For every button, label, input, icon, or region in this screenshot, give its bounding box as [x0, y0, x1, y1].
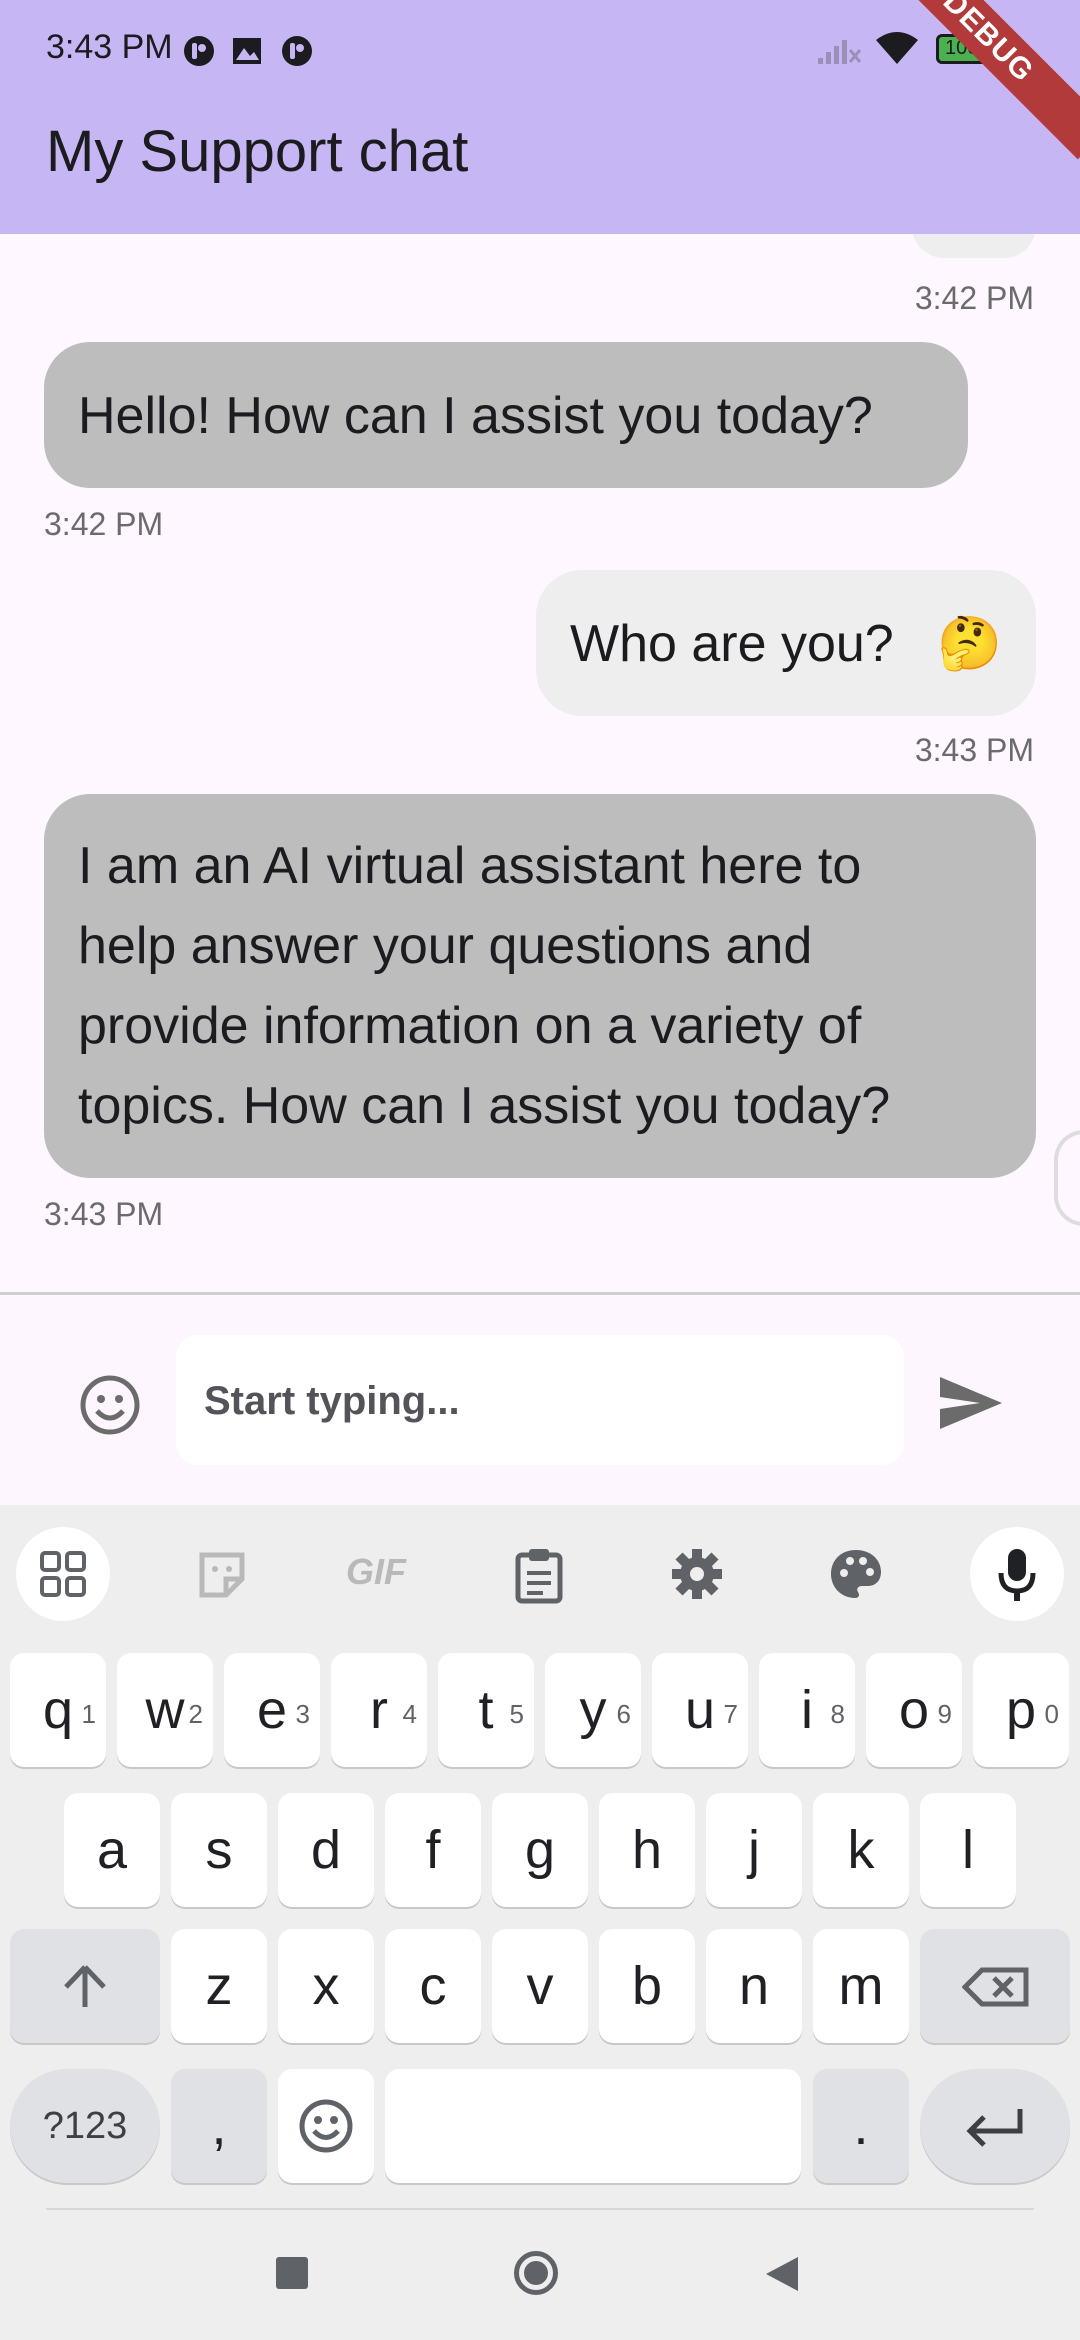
- message-text: Who are you?: [570, 615, 894, 673]
- enter-icon: [966, 2109, 1023, 2147]
- send-icon[interactable]: [938, 1373, 1004, 1433]
- system-navigation-bar: [0, 2205, 1080, 2340]
- key-c[interactable]: c: [385, 1929, 481, 2043]
- previous-message-bubble-fragment: [912, 234, 1036, 258]
- key-r[interactable]: r4: [331, 1653, 427, 1767]
- backspace-key[interactable]: [920, 1929, 1070, 2043]
- message-text-line: topics. How can I assist you today?: [78, 1077, 891, 1135]
- key-g[interactable]: g: [492, 1793, 588, 1907]
- gif-button[interactable]: GIF: [346, 1551, 406, 1593]
- shift-arrow-icon: [64, 1965, 106, 2007]
- key-o[interactable]: o9: [866, 1653, 962, 1767]
- enter-key[interactable]: [920, 2069, 1070, 2183]
- app-bar: 3:43 PM 100 DEBUG My Support chat: [0, 0, 1080, 234]
- comma-key[interactable]: ,: [171, 2069, 267, 2183]
- key-a[interactable]: a: [64, 1793, 160, 1907]
- key-e[interactable]: e3: [224, 1653, 320, 1767]
- message-timestamp: 3:43 PM: [44, 1196, 164, 1232]
- palette-icon[interactable]: [828, 1547, 884, 1601]
- chat-message-list[interactable]: 3:42 PM Hello! How can I assist you toda…: [0, 234, 1080, 1292]
- shift-key[interactable]: [10, 1929, 160, 2043]
- key-s[interactable]: s: [171, 1793, 267, 1907]
- settings-icon[interactable]: [670, 1547, 724, 1601]
- key-q[interactable]: q1: [10, 1653, 106, 1767]
- apps-grid-icon[interactable]: [16, 1527, 110, 1621]
- message-input[interactable]: Start typing...: [176, 1335, 904, 1465]
- recents-button[interactable]: [276, 2257, 308, 2289]
- key-k[interactable]: k: [813, 1793, 909, 1907]
- home-button[interactable]: [514, 2251, 558, 2295]
- cell-signal-icon: [818, 40, 862, 64]
- notification-app-icon-2: [282, 36, 312, 66]
- key-z[interactable]: z: [171, 1929, 267, 2043]
- bot-message-bubble: Hello! How can I assist you today?: [44, 342, 968, 488]
- key-t[interactable]: t5: [438, 1653, 534, 1767]
- wifi-icon: [876, 32, 918, 64]
- status-time: 3:43 PM: [46, 28, 173, 66]
- key-n[interactable]: n: [706, 1929, 802, 2043]
- emoji-icon: [299, 2099, 353, 2153]
- key-w[interactable]: w2: [117, 1653, 213, 1767]
- message-timestamp: 3:43 PM: [914, 732, 1034, 768]
- period-key[interactable]: .: [813, 2069, 909, 2183]
- emoji-icon[interactable]: [78, 1373, 142, 1437]
- notification-gallery-icon: [233, 38, 261, 64]
- key-y[interactable]: y6: [545, 1653, 641, 1767]
- home-button-dot: [524, 2261, 548, 2285]
- key-h[interactable]: h: [599, 1793, 695, 1907]
- thinking-emoji: 🤔: [937, 615, 1002, 673]
- key-d[interactable]: d: [278, 1793, 374, 1907]
- symbols-key[interactable]: ?123: [10, 2069, 160, 2183]
- key-x[interactable]: x: [278, 1929, 374, 2043]
- key-j[interactable]: j: [706, 1793, 802, 1907]
- message-input-placeholder: Start typing...: [204, 1379, 460, 1423]
- page-title: My Support chat: [46, 119, 469, 184]
- mic-icon[interactable]: [970, 1527, 1064, 1621]
- message-text-line: provide information on a variety of: [78, 997, 862, 1055]
- scroll-indicator[interactable]: [1054, 1130, 1080, 1226]
- emoji-key[interactable]: [278, 2069, 374, 2183]
- bot-message-bubble: I am an AI virtual assistant here to hel…: [44, 794, 1036, 1178]
- message-text-line: I am an AI virtual assistant here to: [78, 837, 862, 895]
- back-button[interactable]: [764, 2255, 800, 2293]
- key-i[interactable]: i8: [759, 1653, 855, 1767]
- sticker-icon[interactable]: [196, 1549, 248, 1601]
- key-p[interactable]: p0: [973, 1653, 1069, 1767]
- status-bar: 3:43 PM 100: [0, 0, 1080, 100]
- message-timestamp: 3:42 PM: [44, 506, 164, 542]
- key-f[interactable]: f: [385, 1793, 481, 1907]
- message-timestamp: 3:42 PM: [914, 280, 1034, 316]
- message-text: Hello! How can I assist you today?: [78, 387, 873, 445]
- space-key[interactable]: [385, 2069, 801, 2183]
- key-l[interactable]: l: [920, 1793, 1016, 1907]
- notification-app-icon: [184, 36, 214, 66]
- key-v[interactable]: v: [492, 1929, 588, 2043]
- message-composer: Start typing...: [0, 1295, 1080, 1505]
- key-u[interactable]: u7: [652, 1653, 748, 1767]
- message-text-line: help answer your questions and: [78, 917, 813, 975]
- user-message-bubble: Who are you? 🤔: [536, 570, 1036, 716]
- clipboard-icon[interactable]: [514, 1547, 564, 1605]
- backspace-icon: [962, 1967, 1029, 2007]
- key-m[interactable]: m: [813, 1929, 909, 2043]
- key-b[interactable]: b: [599, 1929, 695, 2043]
